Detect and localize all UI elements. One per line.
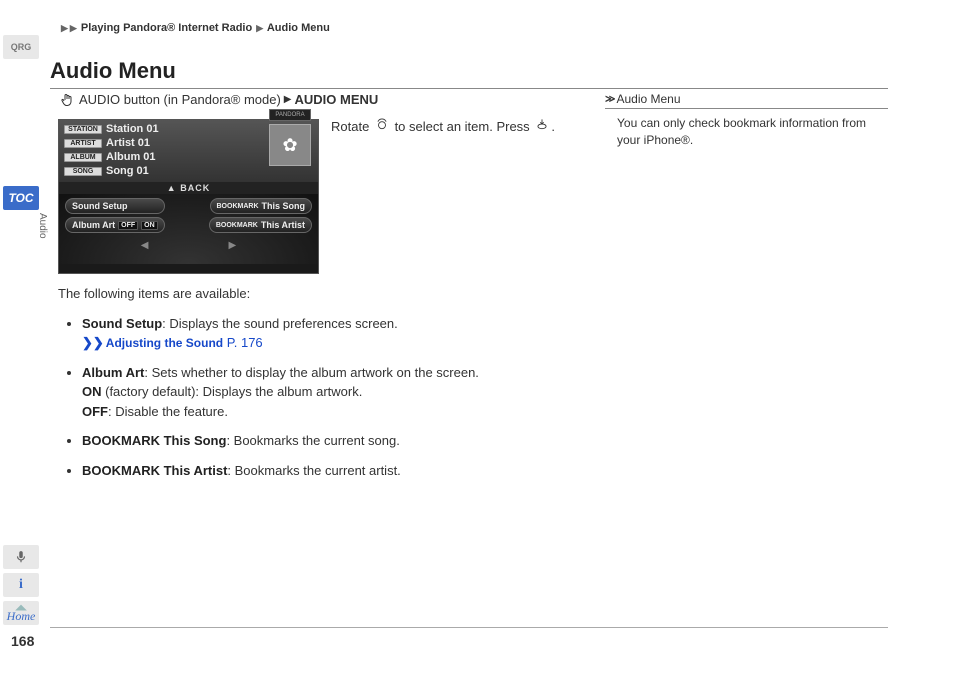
device-value: Station 01 (106, 123, 159, 135)
toc-tab[interactable]: TOC (3, 186, 39, 210)
device-logo: PANDORA (269, 109, 311, 121)
instruction-text: AUDIO button (in Pandora® mode) (79, 92, 281, 107)
item-title: BOOKMARK This Song (82, 433, 226, 448)
hand-icon (60, 93, 74, 107)
device-back: ▲ BACK (59, 182, 318, 194)
device-switch-on: ON (141, 221, 158, 230)
dial-icon (375, 117, 389, 131)
device-menu-label: This Artist (261, 220, 305, 230)
link-icon: ❯❯ (82, 335, 104, 350)
main-column: AUDIO button (in Pandora® mode) ▶ AUDIO … (58, 92, 578, 490)
breadcrumb-seg[interactable]: Audio Menu (267, 22, 330, 34)
item-desc: : Bookmarks the current artist. (227, 463, 400, 478)
device-tag: STATION (64, 125, 102, 134)
list-item: Sound Setup: Displays the sound preferen… (82, 314, 578, 353)
device-menu-item: BOOKMARK This Song (210, 198, 313, 214)
page-number: 168 (11, 633, 34, 649)
device-screenshot: STATION Station 01 ARTIST Artist 01 ALBUM A… (58, 119, 319, 274)
triangle-icon: ▶ (255, 23, 264, 33)
note-icon: ≫ (605, 94, 613, 105)
item-desc: : Bookmarks the current song. (226, 433, 399, 448)
breadcrumb-seg[interactable]: Playing Pandora® Internet Radio (81, 22, 252, 34)
device-menu-label: Album Art (72, 220, 115, 230)
item-title: Album Art (82, 365, 144, 380)
device-tag: ARTIST (64, 139, 102, 148)
device-tag: ALBUM (64, 153, 102, 162)
item-desc: : Disable the feature. (108, 404, 228, 419)
device-value: Artist 01 (106, 137, 150, 149)
info-nav-button[interactable]: i (3, 573, 39, 597)
item-sub: OFF (82, 404, 108, 419)
device-menu-item: Sound Setup (65, 198, 165, 214)
rotate-instruction: Rotate to select an item. Press . (331, 115, 578, 134)
item-sub: ON (82, 384, 102, 399)
triangle-icon: ▶ (284, 94, 292, 105)
body-content: The following items are available: Sound… (58, 284, 578, 480)
item-desc: (factory default): Displays the album ar… (102, 384, 363, 399)
device-menu-label: This Song (262, 201, 306, 211)
item-title: BOOKMARK This Artist (82, 463, 227, 478)
device-menu-pre: BOOKMARK (217, 203, 259, 210)
home-nav-button[interactable]: Home (3, 601, 39, 625)
body-intro: The following items are available: (58, 284, 578, 304)
album-art-thumb: ✿ (269, 124, 311, 166)
side-note-column: ≫ Audio Menu You can only check bookmark… (605, 92, 888, 150)
home-icon (14, 602, 28, 612)
device-menu-pre: BOOKMARK (216, 222, 258, 229)
side-note-title: Audio Menu (616, 92, 680, 106)
device-back-label: BACK (180, 183, 210, 193)
rotate-text: Rotate (331, 119, 369, 134)
item-desc: : Displays the sound preferences screen. (162, 316, 398, 331)
side-note-header: ≫ Audio Menu (605, 92, 888, 109)
side-note-body: You can only check bookmark information … (605, 115, 888, 150)
device-switch-off: OFF (118, 221, 138, 230)
item-desc: : Sets whether to display the album artw… (144, 365, 479, 380)
device-tag: SONG (64, 167, 102, 176)
qrg-tab[interactable]: QRG (3, 35, 39, 59)
instruction-path: AUDIO button (in Pandora® mode) ▶ AUDIO … (58, 92, 578, 107)
cross-ref-link[interactable]: Adjusting the Sound (106, 336, 223, 350)
device-value: Album 01 (106, 151, 156, 163)
triangle-icon: ▶ (60, 23, 69, 33)
triangle-icon: ▶ (69, 23, 78, 33)
breadcrumb: ▶▶ Playing Pandora® Internet Radio ▶ Aud… (60, 22, 330, 34)
section-label: Audio (24, 213, 48, 239)
device-menu-label: Sound Setup (72, 201, 128, 211)
device-nav-arrows: ◀▶ (65, 236, 312, 251)
info-icon: i (19, 577, 23, 593)
page-title: Audio Menu (50, 58, 888, 89)
press-icon (535, 117, 549, 131)
item-title: Sound Setup (82, 316, 162, 331)
device-menu-item: Album Art OFFON (65, 217, 165, 233)
list-item: Album Art: Sets whether to display the a… (82, 363, 578, 422)
list-item: BOOKMARK This Song: Bookmarks the curren… (82, 431, 578, 451)
rotate-text: to select an item. Press (395, 119, 530, 134)
device-menu-item: BOOKMARK This Artist (209, 217, 312, 233)
voice-icon (14, 550, 28, 564)
link-page[interactable]: P. 176 (227, 335, 263, 350)
list-item: BOOKMARK This Artist: Bookmarks the curr… (82, 461, 578, 481)
device-value: Song 01 (106, 165, 149, 177)
instruction-menu: AUDIO MENU (295, 92, 379, 107)
footer-rule (50, 627, 888, 628)
voice-nav-button[interactable] (3, 545, 39, 569)
rotate-text: . (551, 119, 555, 134)
